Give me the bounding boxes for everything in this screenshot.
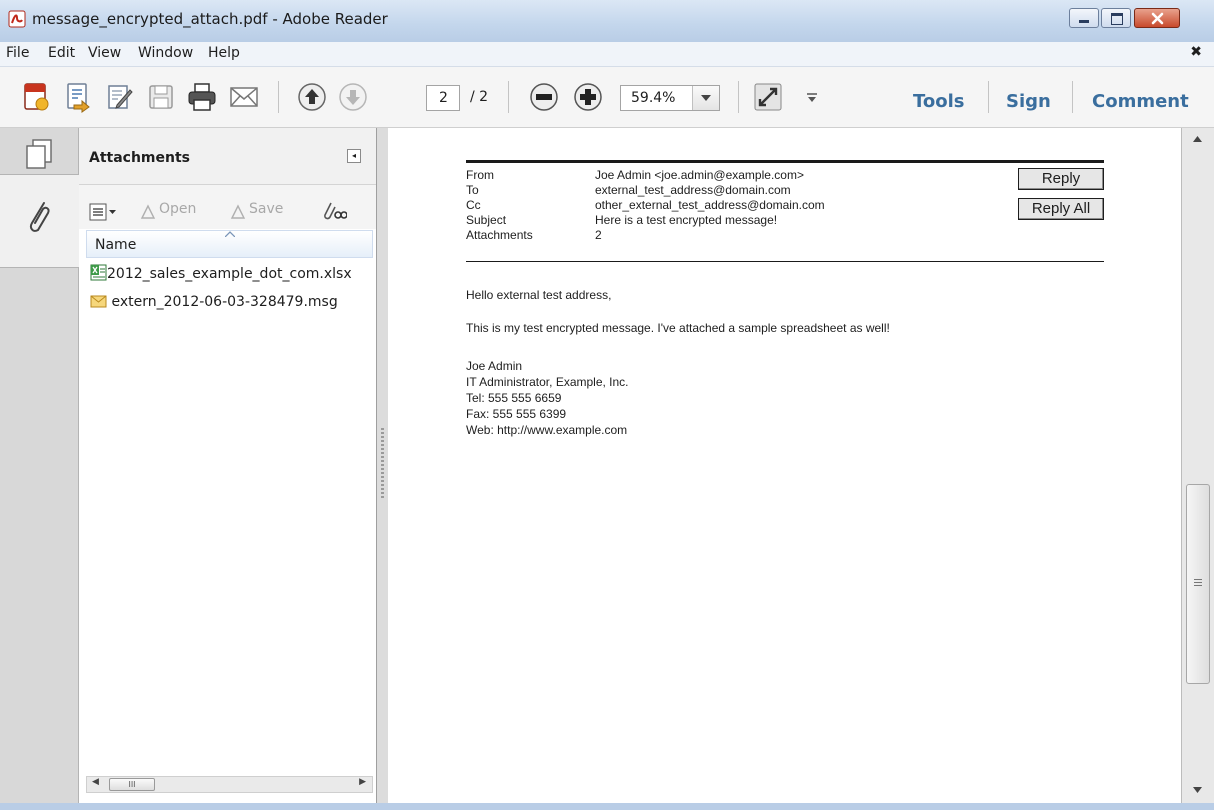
page-up-icon[interactable] <box>296 81 328 113</box>
fit-page-icon[interactable] <box>752 81 784 113</box>
menu-edit[interactable]: Edit <box>48 45 75 61</box>
zoom-select[interactable]: 59.4% <box>620 85 720 111</box>
page-number-input[interactable]: 2 <box>426 85 460 111</box>
toolbar: 2 / 2 59.4% Tools Sign Comment <box>0 67 1214 128</box>
attachments-panel: Attachments ◂ Open Save Name 2012_sales_… <box>79 128 377 803</box>
menu-bar: File Edit View Window Help ✖ <box>0 42 1214 67</box>
vertical-scrollbar[interactable] <box>1181 128 1214 803</box>
zoom-dropdown-button[interactable] <box>692 86 719 110</box>
sign-link[interactable]: Sign <box>1006 91 1051 112</box>
comment-link[interactable]: Comment <box>1092 91 1189 112</box>
attachment-filename: extern_2012-06-03-328479.msg <box>111 294 338 310</box>
save-attachment-icon <box>230 204 246 219</box>
title-bar: message_encrypted_attach.pdf - Adobe Rea… <box>0 0 1214 43</box>
panel-header: Attachments ◂ <box>79 128 376 185</box>
subject-label: Subject <box>466 213 507 227</box>
from-value: Joe Admin <joe.admin@example.com> <box>595 168 804 182</box>
list-options-icon <box>89 203 116 221</box>
panel-splitter[interactable] <box>377 128 388 803</box>
scroll-up-arrow[interactable] <box>1193 136 1202 142</box>
reply-button[interactable]: Reply <box>1018 168 1104 190</box>
save-icon[interactable] <box>145 81 177 113</box>
email-file-icon <box>90 295 107 308</box>
subject-value: Here is a test encrypted message! <box>595 213 778 227</box>
print-icon[interactable] <box>186 81 218 113</box>
attachment-filename: 2012_sales_example_dot_com.xlsx <box>107 266 352 282</box>
paperclip-icon <box>29 202 50 232</box>
to-value: external_test_address@domain.com <box>595 183 791 197</box>
document-view: From Joe Admin <joe.admin@example.com> T… <box>388 128 1181 803</box>
zoom-out-icon[interactable] <box>528 81 560 113</box>
message-greeting: Hello external test address, <box>466 288 612 302</box>
header-top-rule <box>466 160 1104 163</box>
window-frame-bottom <box>0 803 1214 810</box>
options-menu-button[interactable] <box>89 203 117 225</box>
toolbar-menu-icon[interactable] <box>806 93 818 103</box>
tools-link[interactable]: Tools <box>913 91 965 112</box>
header-bottom-rule <box>466 261 1104 262</box>
toolbar-separator <box>278 81 279 113</box>
scroll-left-arrow[interactable]: ◀ <box>92 777 99 787</box>
adobe-reader-icon <box>8 10 26 28</box>
panel-title: Attachments <box>89 150 191 166</box>
to-label: To <box>466 183 479 197</box>
signature-name: Joe Admin <box>466 359 523 373</box>
open-attachment-button[interactable]: Open <box>159 201 196 217</box>
cc-value: other_external_test_address@domain.com <box>595 198 825 212</box>
menu-window[interactable]: Window <box>138 45 193 61</box>
toolbar-separator <box>1072 81 1073 113</box>
sort-ascending-icon <box>225 231 235 237</box>
signature-fax: Fax: 555 555 6399 <box>466 407 567 421</box>
name-column-header[interactable]: Name <box>86 230 373 258</box>
message-text: This is my test encrypted message. I've … <box>466 321 890 335</box>
from-label: From <box>466 168 494 182</box>
close-document-button[interactable]: ✖ <box>1190 44 1202 60</box>
save-attachment-button[interactable]: Save <box>249 201 283 217</box>
close-icon <box>1151 12 1164 25</box>
horizontal-scrollbar[interactable]: ◀ III ▶ <box>86 776 373 793</box>
toolbar-separator <box>988 81 989 113</box>
reply-all-button[interactable]: Reply All <box>1018 198 1104 220</box>
scroll-down-arrow[interactable] <box>1193 787 1202 793</box>
vertical-scroll-thumb[interactable] <box>1186 484 1210 684</box>
attachments-tab[interactable] <box>0 174 79 268</box>
open-attachment-icon <box>140 204 156 219</box>
export-icon[interactable] <box>62 81 94 113</box>
excel-file-icon <box>90 264 107 281</box>
page-total: / 2 <box>470 89 489 105</box>
splitter-grip <box>381 428 384 498</box>
collapse-panel-button[interactable]: ◂ <box>347 149 361 163</box>
menu-file[interactable]: File <box>6 45 29 61</box>
list-item[interactable]: extern_2012-06-03-328479.msg <box>90 294 338 316</box>
page-thumbnails-icon[interactable] <box>24 138 54 170</box>
horizontal-scroll-thumb[interactable]: III <box>109 778 155 791</box>
page-down-icon[interactable] <box>337 81 369 113</box>
list-item[interactable]: 2012_sales_example_dot_com.xlsx <box>90 264 352 286</box>
zoom-in-icon[interactable] <box>572 81 604 113</box>
signature-web: Web: http://www.example.com <box>466 423 628 437</box>
name-column-label: Name <box>95 237 137 253</box>
minimize-button[interactable] <box>1069 8 1099 28</box>
attachments-count-label: Attachments <box>466 228 533 242</box>
close-window-button[interactable] <box>1134 8 1180 28</box>
chevron-down-icon <box>701 95 711 101</box>
signature-title: IT Administrator, Example, Inc. <box>466 375 629 389</box>
signature-tel: Tel: 555 555 6659 <box>466 391 562 405</box>
cc-label: Cc <box>466 198 481 212</box>
menu-help[interactable]: Help <box>208 45 240 61</box>
attachments-count-value: 2 <box>595 228 602 242</box>
scroll-right-arrow[interactable]: ▶ <box>359 777 366 787</box>
edit-icon[interactable] <box>103 81 135 113</box>
menu-view[interactable]: View <box>88 45 121 61</box>
email-icon[interactable] <box>228 81 260 113</box>
zoom-value: 59.4% <box>631 90 676 106</box>
search-attachments-icon[interactable] <box>323 201 347 221</box>
toolbar-separator <box>508 81 509 113</box>
create-pdf-icon[interactable] <box>20 81 52 113</box>
toolbar-separator <box>738 81 739 113</box>
maximize-button[interactable] <box>1101 8 1131 28</box>
window-title: message_encrypted_attach.pdf - Adobe Rea… <box>32 10 388 28</box>
